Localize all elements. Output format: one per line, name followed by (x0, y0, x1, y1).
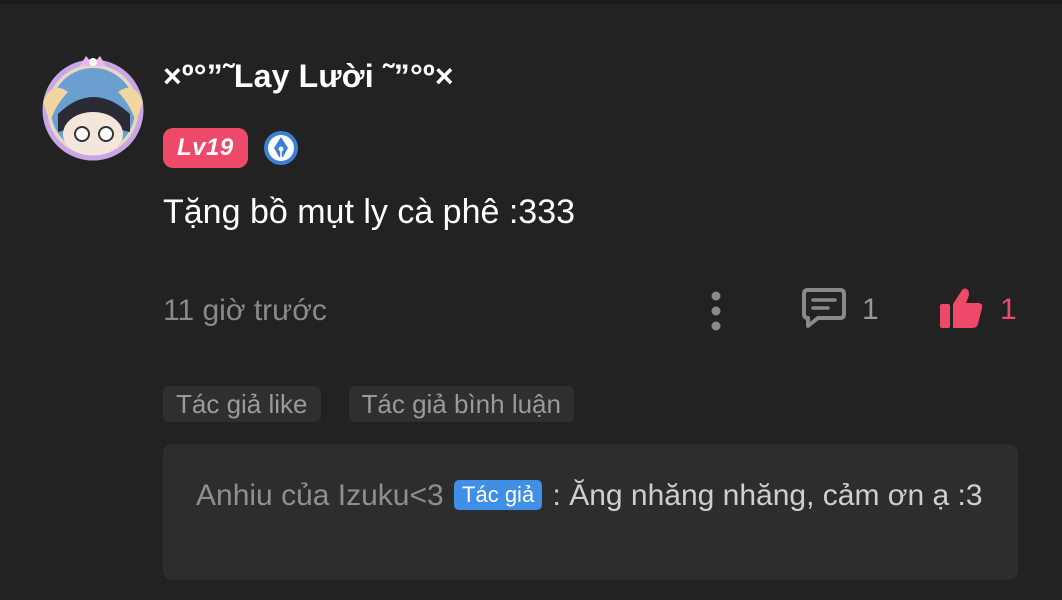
user-avatar[interactable] (38, 52, 148, 162)
more-vertical-icon[interactable] (704, 290, 728, 332)
reply-text: Ăng nhăng nhăng, cảm ơn ạ :3 (569, 479, 983, 512)
thumbs-up-icon (938, 286, 984, 335)
username[interactable]: ×º°”˜Lay Lười ˜”°º× (163, 58, 454, 95)
comment-timestamp: 11 giờ trước (163, 294, 327, 327)
level-badge: Lv19 (163, 128, 248, 168)
comment-text: Tặng bồ mụt ly cà phê :333 (163, 193, 576, 231)
user-badges: Lv19 (163, 128, 300, 168)
tag-author-like: Tác giả like (163, 386, 321, 422)
reply-count: 1 (862, 293, 879, 326)
like-count: 1 (1000, 293, 1017, 326)
top-divider (0, 0, 1062, 4)
author-tags: Tác giả like Tác giả bình luận (163, 386, 574, 422)
reply-preview[interactable]: Anhiu của Izuku<3 Tác giả : Ăng nhăng nh… (163, 444, 1018, 580)
tag-author-replied: Tác giả bình luận (348, 386, 574, 422)
reply-line: Anhiu của Izuku<3 Tác giả : Ăng nhăng nh… (196, 476, 986, 515)
like-button[interactable]: 1 (938, 286, 1017, 334)
reply-author[interactable]: Anhiu của Izuku<3 (196, 479, 444, 512)
pen-nib-icon (262, 129, 300, 167)
reply-separator: : (544, 479, 570, 512)
author-tag: Tác giả (454, 480, 543, 510)
comment-icon (800, 286, 848, 335)
reply-button[interactable]: 1 (800, 286, 879, 334)
